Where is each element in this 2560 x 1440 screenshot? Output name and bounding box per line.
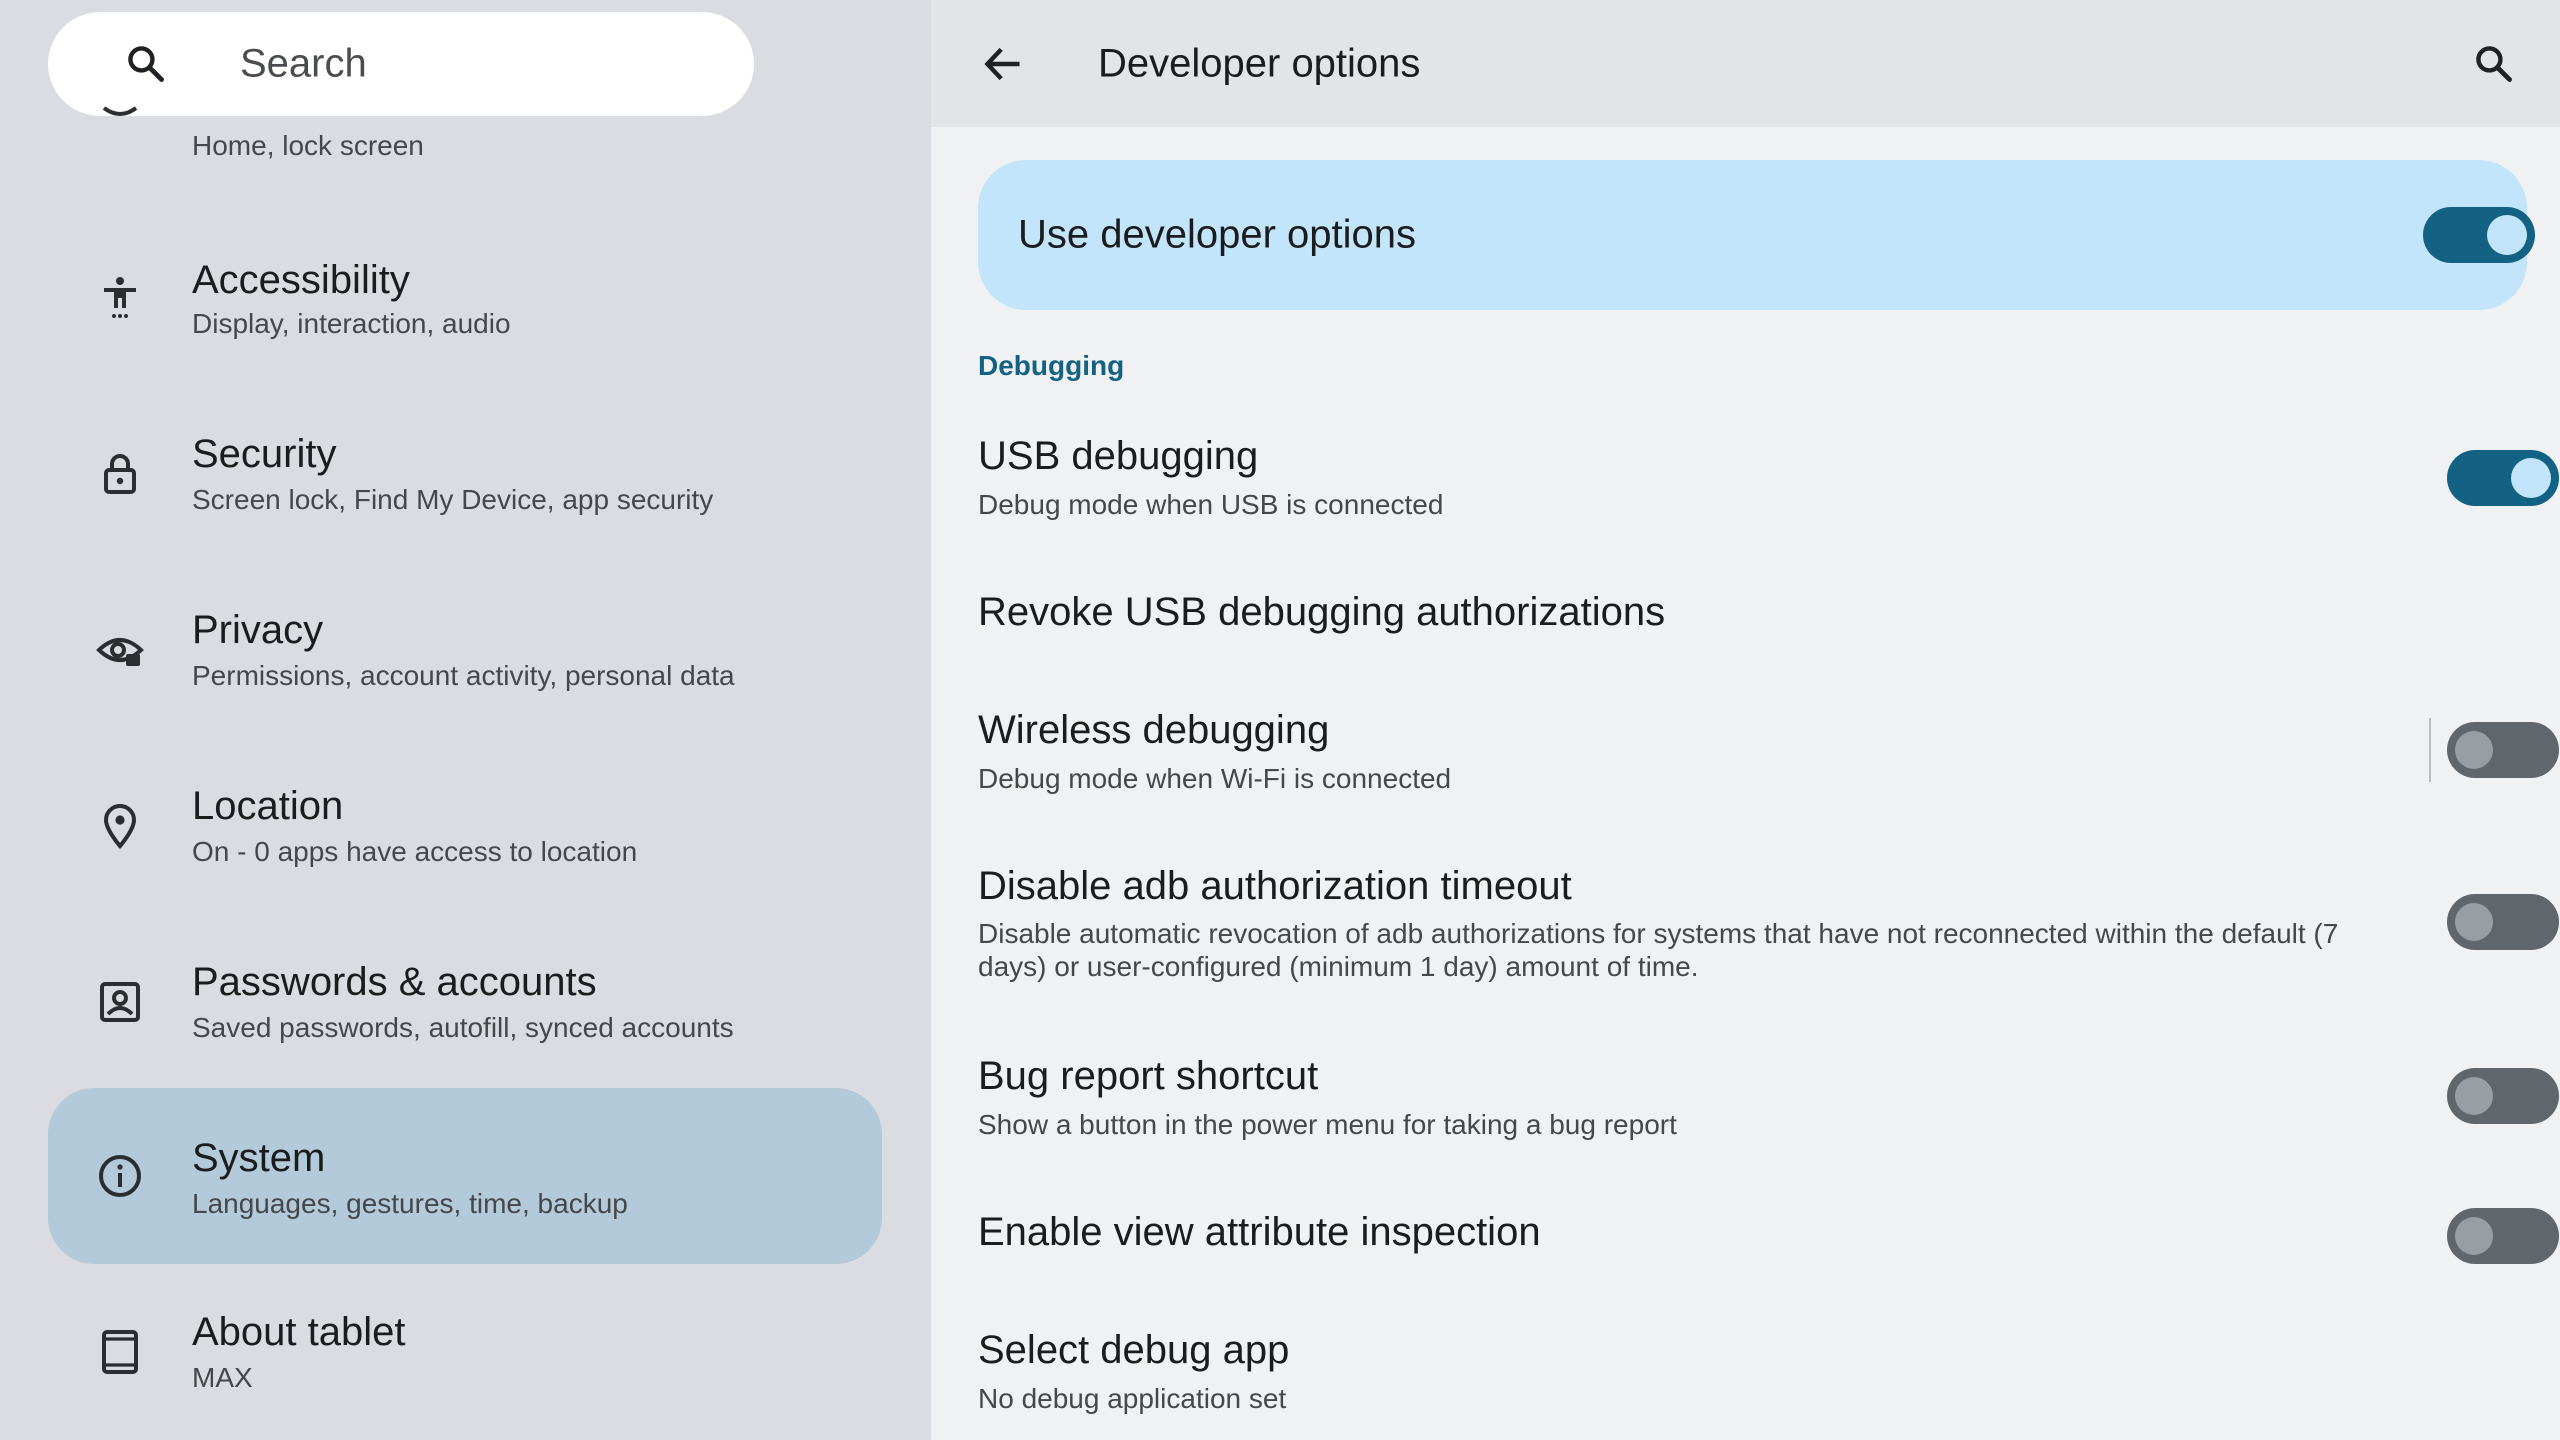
- sidebar-item-title: Accessibility: [192, 258, 410, 302]
- setting-subtitle: Debug mode when USB is connected: [978, 489, 1444, 520]
- setting-subtitle: Debug mode when Wi-Fi is connected: [978, 763, 1452, 794]
- sidebar-item-subtitle: Home, lock screen: [192, 130, 424, 161]
- setting-disable-adb-timeout[interactable]: Disable adb authorization timeout Disabl…: [978, 862, 2559, 992]
- setting-bug-report-shortcut[interactable]: Bug report shortcut Show a button in the…: [978, 1052, 2559, 1152]
- toggle-thumb: [2487, 215, 2527, 255]
- sidebar-item-subtitle: Screen lock, Find My Device, app securit…: [192, 484, 714, 515]
- sidebar-item-subtitle: Permissions, account activity, personal …: [192, 660, 735, 691]
- sidebar-item-system[interactable]: System Languages, gestures, time, backup: [48, 1088, 882, 1264]
- setting-usb-debugging[interactable]: USB debugging Debug mode when USB is con…: [978, 432, 2559, 532]
- sidebar-item-accessibility[interactable]: Accessibility Display, interaction, audi…: [48, 210, 882, 386]
- arrow-back-icon[interactable]: [981, 42, 1025, 86]
- sidebar-item-title: System: [192, 1136, 326, 1180]
- page-title: Developer options: [1098, 41, 1421, 86]
- toggle-thumb: [2511, 458, 2551, 498]
- toggle-thumb: [2455, 1217, 2493, 1255]
- toggle-thumb: [2455, 731, 2493, 769]
- sidebar-item-privacy[interactable]: Privacy Permissions, account activity, p…: [48, 562, 882, 738]
- sidebar-item-subtitle: Display, interaction, audio: [192, 308, 511, 339]
- sidebar-item-security[interactable]: Security Screen lock, Find My Device, ap…: [48, 386, 882, 562]
- sidebar-item-subtitle: Languages, gestures, time, backup: [192, 1188, 628, 1219]
- setting-title: Revoke USB debugging authorizations: [978, 590, 1666, 634]
- sidebar-item-passwords-accounts[interactable]: Passwords & accounts Saved passwords, au…: [48, 914, 882, 1090]
- setting-title: Enable view attribute inspection: [978, 1210, 1541, 1254]
- wallpaper-icon: [102, 106, 138, 116]
- location-pin-icon: [103, 803, 137, 850]
- accessibility-icon: [104, 277, 136, 318]
- toggle-thumb: [2455, 1077, 2493, 1115]
- sidebar-item-subtitle: Saved passwords, autofill, synced accoun…: [192, 1012, 734, 1043]
- setting-wireless-debugging[interactable]: Wireless debugging Debug mode when Wi-Fi…: [978, 706, 2559, 806]
- sidebar-item-title: Security: [192, 432, 337, 476]
- setting-view-attribute-inspection[interactable]: Enable view attribute inspection: [978, 1208, 2559, 1268]
- privacy-eye-icon: [96, 638, 144, 666]
- setting-title: Select debug app: [978, 1328, 1290, 1372]
- top-app-bar: Developer options: [931, 0, 2560, 127]
- section-header-debugging: Debugging: [978, 350, 1125, 381]
- toggle-thumb: [2455, 903, 2493, 941]
- sidebar-item-title: Location: [192, 784, 344, 828]
- divider: [2429, 718, 2431, 782]
- info-icon: [99, 1155, 141, 1197]
- sidebar-item-title: Passwords & accounts: [192, 960, 597, 1004]
- setting-revoke-usb-authorizations[interactable]: Revoke USB debugging authorizations: [978, 588, 2538, 648]
- sidebar-item-wallpaper[interactable]: Home, lock screen: [48, 36, 882, 186]
- wireless-debugging-toggle[interactable]: [2447, 722, 2559, 778]
- use-developer-options-label: Use developer options: [1018, 212, 1417, 257]
- sidebar-item-title: About tablet: [192, 1310, 406, 1354]
- sidebar-item-title: Privacy: [192, 608, 324, 652]
- disable-adb-timeout-toggle[interactable]: [2447, 894, 2559, 950]
- setting-select-debug-app[interactable]: Select debug app No debug application se…: [978, 1326, 2538, 1426]
- bug-report-shortcut-toggle[interactable]: [2447, 1068, 2559, 1124]
- usb-debugging-toggle[interactable]: [2447, 450, 2559, 506]
- setting-title: Wireless debugging: [978, 708, 1330, 752]
- sidebar-item-subtitle: MAX: [192, 1362, 253, 1393]
- sidebar-item-subtitle: On - 0 apps have access to location: [192, 836, 638, 867]
- setting-title: Bug report shortcut: [978, 1054, 1319, 1098]
- setting-title: Disable adb authorization timeout: [978, 864, 1572, 908]
- settings-sidebar: Search Home, lock screen Accessibility D…: [0, 0, 931, 1440]
- sidebar-item-location[interactable]: Location On - 0 apps have access to loca…: [48, 738, 882, 914]
- setting-subtitle: No debug application set: [978, 1383, 1287, 1414]
- view-attribute-inspection-toggle[interactable]: [2447, 1208, 2559, 1264]
- setting-subtitle: Show a button in the power menu for taki…: [978, 1109, 1677, 1140]
- search-icon[interactable]: [2472, 42, 2516, 86]
- account-box-icon: [100, 982, 140, 1022]
- setting-title: USB debugging: [978, 434, 1259, 478]
- lock-icon: [104, 454, 136, 494]
- use-developer-options-toggle[interactable]: [2423, 207, 2535, 263]
- sidebar-item-about-tablet[interactable]: About tablet MAX: [48, 1264, 882, 1440]
- tablet-icon: [102, 1330, 138, 1374]
- use-developer-options-card[interactable]: Use developer options: [978, 160, 2535, 310]
- setting-subtitle: Disable automatic revocation of adb auth…: [978, 918, 2339, 982]
- developer-options-pane: Developer options Use developer options …: [931, 0, 2560, 1440]
